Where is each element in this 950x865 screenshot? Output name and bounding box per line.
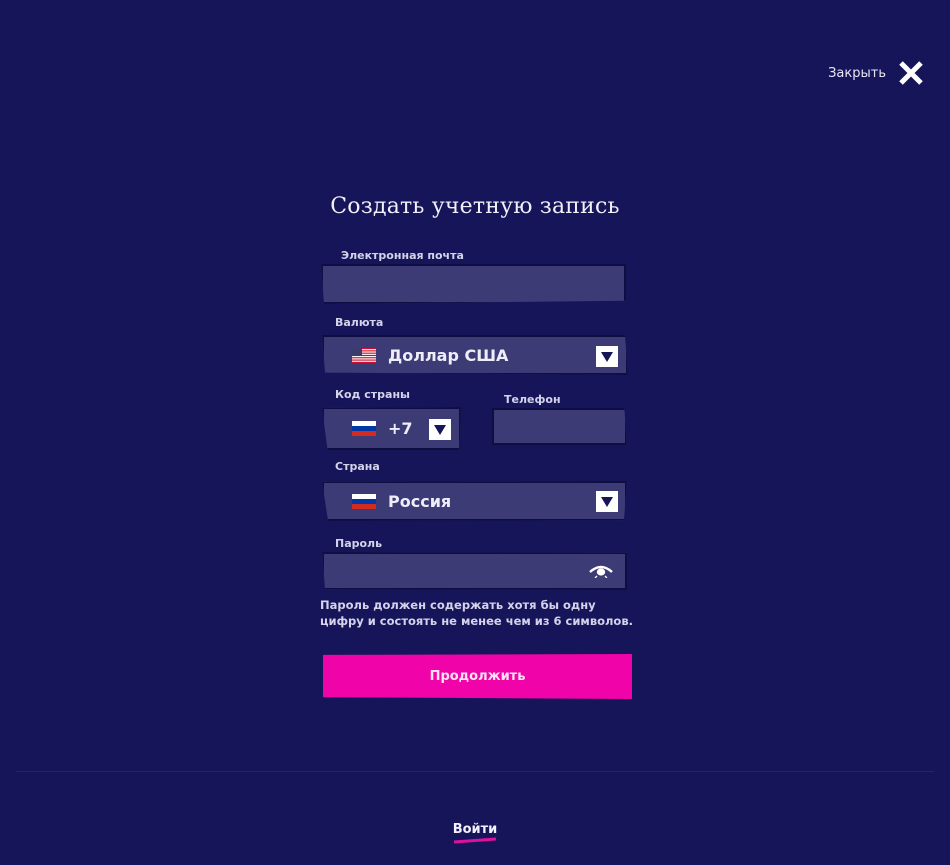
login-link[interactable]: Войти bbox=[452, 822, 498, 845]
phone-label: Телефон bbox=[504, 393, 561, 406]
signup-modal: Закрыть Создать учетную запись Электронн… bbox=[0, 0, 950, 865]
email-label: Электронная почта bbox=[341, 249, 464, 262]
ru-flag-icon bbox=[352, 421, 376, 436]
continue-button[interactable]: Продолжить bbox=[323, 654, 632, 699]
chevron-down-icon bbox=[434, 424, 446, 435]
phone-input[interactable] bbox=[492, 408, 627, 445]
country-code-dropdown-toggle[interactable] bbox=[429, 419, 451, 440]
close-icon bbox=[899, 61, 923, 85]
ru-flag-icon bbox=[352, 493, 376, 509]
country-code-label: Код страны bbox=[335, 388, 411, 401]
currency-label: Валюта bbox=[335, 316, 384, 329]
chevron-down-icon bbox=[601, 496, 613, 507]
currency-value: Доллар США bbox=[388, 345, 509, 365]
currency-dropdown-toggle[interactable] bbox=[596, 346, 618, 367]
password-hint: Пароль должен содержать хотя бы одну циф… bbox=[320, 598, 633, 628]
country-code-select[interactable]: +7 bbox=[322, 407, 461, 450]
login-label: Войти bbox=[452, 822, 498, 837]
country-select[interactable]: Россия bbox=[322, 481, 627, 521]
password-label: Пароль bbox=[335, 537, 383, 550]
password-input[interactable] bbox=[322, 552, 627, 590]
country-dropdown-toggle[interactable] bbox=[596, 491, 618, 512]
chevron-down-icon bbox=[601, 351, 613, 362]
email-field[interactable] bbox=[321, 264, 626, 304]
currency-select[interactable]: Доллар США bbox=[322, 335, 628, 375]
country-value: Россия bbox=[388, 491, 452, 511]
eye-icon[interactable] bbox=[589, 564, 613, 578]
login-underline bbox=[454, 837, 496, 844]
close-label: Закрыть bbox=[828, 65, 886, 81]
us-flag-icon bbox=[352, 347, 376, 363]
country-code-value: +7 bbox=[388, 419, 413, 438]
close-button[interactable]: Закрыть bbox=[828, 60, 924, 86]
login-link-container: Войти bbox=[0, 818, 950, 845]
page-title: Создать учетную запись bbox=[330, 194, 620, 219]
country-label: Страна bbox=[335, 460, 380, 473]
divider bbox=[16, 771, 934, 772]
